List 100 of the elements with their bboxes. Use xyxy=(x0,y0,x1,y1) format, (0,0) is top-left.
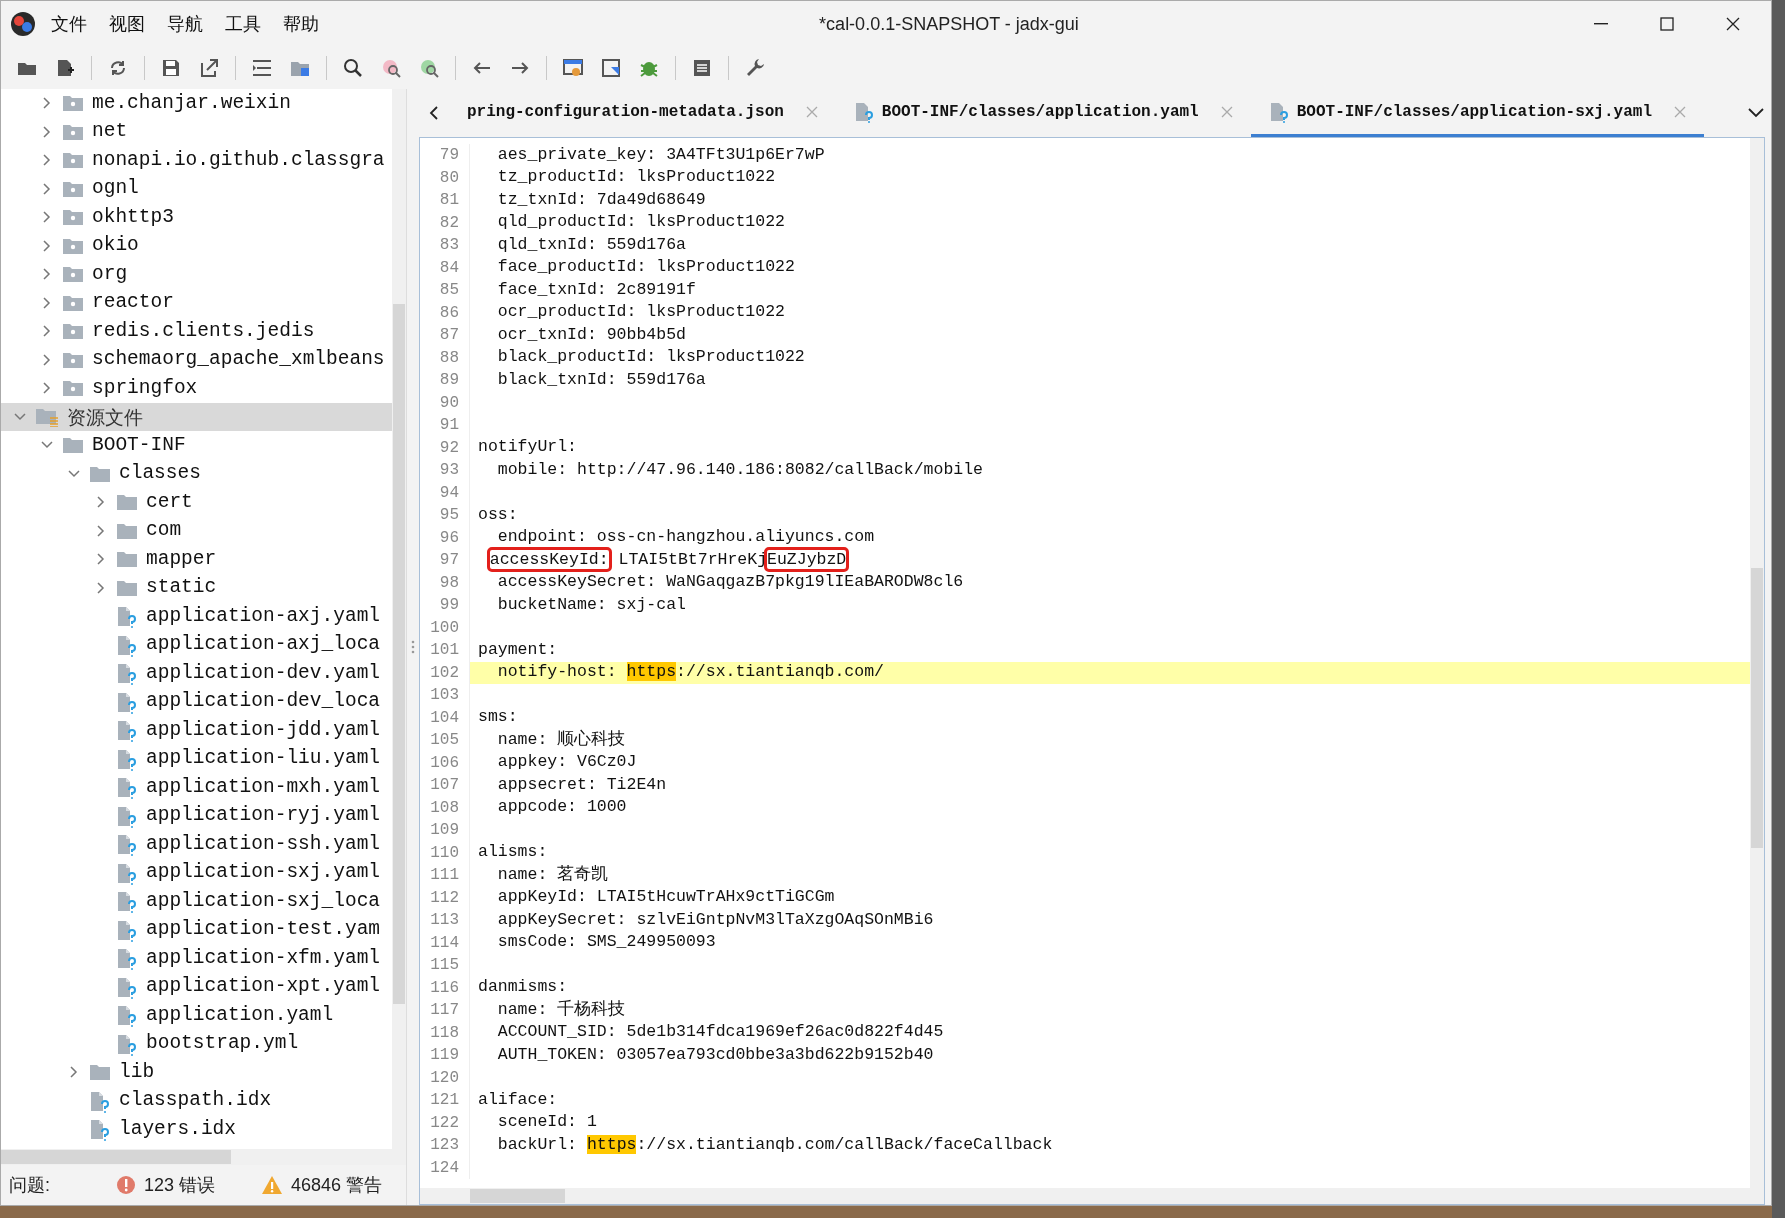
export-icon[interactable] xyxy=(198,57,220,79)
tree-item[interactable]: BOOT-INF xyxy=(92,430,186,460)
code-line: ACCOUNT_SID: 5de1b314fdca1969ef26ac0d822f4d45 xyxy=(496,1021,944,1044)
code-line: sceneId: 1 xyxy=(496,1111,597,1134)
tree-item[interactable]: 资源文件 xyxy=(67,402,143,431)
tree-item[interactable]: application-dev.yaml xyxy=(146,658,381,688)
tree-item[interactable]: application-sxj.yaml xyxy=(146,858,381,888)
menu-item[interactable]: 视图 xyxy=(101,8,153,40)
code-line: AUTH_TOKEN: 03057ea793cd0bbe3a3bd622b9152b40 xyxy=(496,1043,934,1066)
save-icon[interactable] xyxy=(160,57,182,79)
tree-item[interactable]: layers.idx xyxy=(119,1114,237,1144)
code-line: bucketName: sxj-cal xyxy=(496,593,686,616)
code-line: name: 顺心科技 xyxy=(496,728,626,751)
app-logo-icon xyxy=(9,10,37,38)
package-folder-icon xyxy=(62,208,84,227)
folder-icon xyxy=(116,578,138,597)
minimize-icon xyxy=(1594,23,1608,25)
chevron-left-icon[interactable] xyxy=(428,105,440,121)
close-icon xyxy=(1725,16,1741,32)
code-line: notify-host: https://sx.tiantianqb.com/ xyxy=(496,661,884,684)
code-line: backUrl: https://sx.tiantianqb.com/callBack/faceCallback xyxy=(496,1133,1053,1156)
unknown-file-icon xyxy=(116,775,138,800)
folder-icon xyxy=(116,493,138,512)
folder-icon xyxy=(116,521,138,540)
tree-item[interactable]: net xyxy=(92,117,128,147)
menu-item[interactable]: 导航 xyxy=(159,8,211,40)
menu-item[interactable]: 帮助 xyxy=(275,8,327,40)
tree-item[interactable]: okio xyxy=(92,231,139,261)
code-line: appcode: 1000 xyxy=(496,796,627,819)
chevron-down-icon[interactable] xyxy=(1748,108,1764,118)
unknown-file-icon xyxy=(116,661,138,686)
tree-item[interactable]: application-mxh.yaml xyxy=(146,772,381,802)
tree-item[interactable]: schemaorg_apache_xmlbeans xyxy=(92,345,385,375)
tree-item[interactable]: application-sxj_loca xyxy=(146,886,381,916)
indent-icon[interactable] xyxy=(251,57,273,79)
tree-item[interactable]: classes xyxy=(119,459,201,489)
code-line: smsCode: SMS_249950093 xyxy=(496,931,716,954)
code-line: ocr_txnId: 90bb4b5d xyxy=(496,323,686,346)
tree-item[interactable]: application-xfm.yaml xyxy=(146,943,381,973)
code-line: face_txnId: 2c89191f xyxy=(496,278,696,301)
tree-item[interactable]: application-ryj.yaml xyxy=(146,801,381,831)
unknown-file-icon xyxy=(116,604,138,629)
tree-item[interactable]: com xyxy=(146,516,182,546)
tree-item[interactable]: me.chanjar.weixin xyxy=(92,89,291,118)
code-line: danmisms: xyxy=(477,976,568,999)
search-icon[interactable] xyxy=(380,57,402,79)
grip-icon[interactable] xyxy=(411,640,415,654)
package-folder-icon xyxy=(62,122,84,141)
tree-item[interactable]: classpath.idx xyxy=(119,1086,272,1116)
tree-item[interactable]: application-jdd.yaml xyxy=(146,715,381,745)
package-folder-icon xyxy=(62,151,84,170)
tree-item[interactable]: ognl xyxy=(92,174,139,204)
tree-item[interactable]: nonapi.io.github.classgra xyxy=(92,145,385,175)
tree-item[interactable]: org xyxy=(92,259,128,289)
package-folder-icon xyxy=(62,179,84,198)
menu-item[interactable]: 文件 xyxy=(43,8,95,40)
tree-item[interactable]: application-test.yam xyxy=(146,915,381,945)
code-line: face_productId: lksProduct1022 xyxy=(496,256,795,279)
tree-item[interactable]: application-axj_loca xyxy=(146,630,381,660)
tree-item[interactable]: reactor xyxy=(92,288,174,318)
package-folder-icon xyxy=(62,350,84,369)
scrollbar[interactable] xyxy=(1750,138,1764,1204)
tree-item[interactable]: cert xyxy=(146,487,193,517)
log-icon[interactable] xyxy=(691,57,713,79)
tree-item[interactable]: mapper xyxy=(146,544,217,574)
editor-tab[interactable]: pring-configuration-metadata.json xyxy=(449,89,836,137)
tree-item[interactable]: application-xpt.yaml xyxy=(146,972,381,1002)
tree-item[interactable]: application-axj.yaml xyxy=(146,601,381,631)
search-icon[interactable] xyxy=(418,57,440,79)
tree-item[interactable]: application-liu.yaml xyxy=(146,744,381,774)
tree-item[interactable]: application.yaml xyxy=(146,1000,334,1030)
code-line: aliface: xyxy=(477,1088,558,1111)
tree-item[interactable]: static xyxy=(146,573,217,603)
warning-count[interactable]: 46846 警告 xyxy=(291,1171,383,1199)
scrollbar[interactable] xyxy=(420,1188,1750,1204)
code-line: qld_txnId: 559d176a xyxy=(496,233,686,256)
editor-tab[interactable]: BOOT-INF/classes/application.yaml xyxy=(835,89,1251,137)
warning-icon xyxy=(261,1175,284,1195)
unknown-file-icon xyxy=(116,946,138,971)
code-line: tz_txnId: 7da49d68649 xyxy=(496,188,706,211)
error-count[interactable]: 123 错误 xyxy=(144,1171,216,1199)
code-line: sms: xyxy=(477,706,518,729)
tree-item[interactable]: springfox xyxy=(92,373,198,403)
tree-row[interactable]: 资源文件 xyxy=(1,402,392,431)
menu-item[interactable]: 工具 xyxy=(217,8,269,40)
tree-item[interactable]: lib xyxy=(119,1057,155,1087)
tree-item[interactable]: bootstrap.yml xyxy=(146,1029,299,1059)
search-icon[interactable] xyxy=(342,57,364,79)
code-line: name: 茗奇凯 xyxy=(496,863,609,886)
package-folder-icon xyxy=(62,322,84,341)
maximize-icon xyxy=(1659,16,1675,32)
tree-item[interactable]: application-dev_loca xyxy=(146,687,381,717)
code-line: aes_private_key: 3A4TFt3U1p6Er7wP xyxy=(496,143,825,166)
tree-item[interactable]: okhttp3 xyxy=(92,202,174,232)
code-line: notifyUrl: xyxy=(477,436,578,459)
tree-item[interactable]: application-ssh.yaml xyxy=(146,829,381,859)
tree-item[interactable]: redis.clients.jedis xyxy=(92,316,315,346)
package-folder-icon xyxy=(62,236,84,255)
code-line: qld_productId: lksProduct1022 xyxy=(496,211,785,234)
scrollbar[interactable] xyxy=(1,1149,406,1165)
